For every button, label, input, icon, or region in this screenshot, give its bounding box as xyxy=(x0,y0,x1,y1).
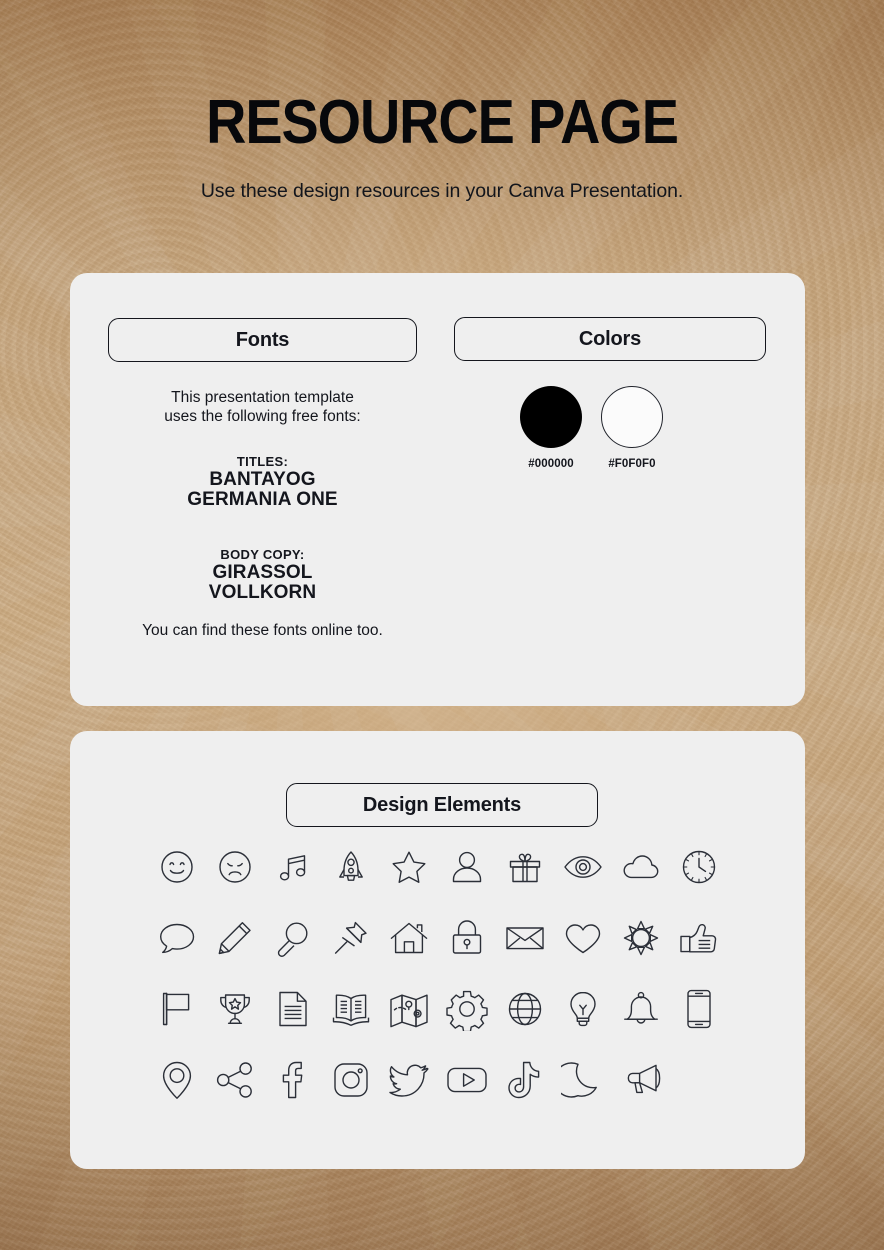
fonts-group-body-copy: BODY COPY: GIRASSOL VOLLKORN xyxy=(108,547,417,602)
speech-bubble-icon[interactable] xyxy=(154,915,200,961)
clock-icon[interactable] xyxy=(676,844,722,890)
fonts-footer-text: You can find these fonts online too. xyxy=(142,622,383,639)
sun-icon[interactable] xyxy=(618,915,664,961)
user-icon[interactable] xyxy=(444,844,490,890)
facebook-icon[interactable] xyxy=(270,1057,316,1103)
push-pin-icon[interactable] xyxy=(328,915,374,961)
open-book-icon[interactable] xyxy=(328,986,374,1032)
fonts-intro-line-2: uses the following free fonts: xyxy=(164,407,361,425)
share-icon[interactable] xyxy=(212,1057,258,1103)
smiley-face-icon[interactable] xyxy=(154,844,200,890)
padlock-icon[interactable] xyxy=(444,915,490,961)
page-header: RESOURCE PAGE Use these design resources… xyxy=(0,0,884,203)
rocket-icon[interactable] xyxy=(328,844,374,890)
location-pin-icon[interactable] xyxy=(154,1057,200,1103)
fonts-group-titles-name-2: GERMANIA ONE xyxy=(187,488,338,510)
twitter-icon[interactable] xyxy=(386,1057,432,1103)
colors-section-heading[interactable]: Colors xyxy=(454,317,766,361)
fonts-group-titles: TITLES: BANTAYOG GERMANIA ONE xyxy=(108,454,417,509)
page-subtitle: Use these design resources in your Canva… xyxy=(200,180,684,202)
moon-icon[interactable] xyxy=(560,1057,606,1103)
design-elements-icon-grid xyxy=(148,844,728,1103)
globe-icon[interactable] xyxy=(502,986,548,1032)
color-swatch-black-label: #000000 xyxy=(528,458,574,470)
envelope-icon[interactable] xyxy=(502,915,548,961)
design-elements-heading[interactable]: Design Elements xyxy=(286,783,598,827)
music-note-icon[interactable] xyxy=(270,844,316,890)
page-title: RESOURCE PAGE xyxy=(206,88,679,157)
fonts-intro-line-1: This presentation template xyxy=(171,389,354,406)
lightbulb-icon[interactable] xyxy=(560,986,606,1032)
sad-face-icon[interactable] xyxy=(212,844,258,890)
gear-icon[interactable] xyxy=(444,986,490,1032)
color-swatch-light-gray[interactable]: #F0F0F0 xyxy=(601,386,663,470)
colors-column: #000000 #F0F0F0 xyxy=(520,386,663,470)
fonts-group-body-name-1: GIRASSOL xyxy=(212,562,313,583)
thumbs-up-icon[interactable] xyxy=(676,915,722,961)
color-swatch-light-gray-label: #F0F0F0 xyxy=(608,458,656,470)
resources-card: Fonts Colors This presentation template … xyxy=(70,273,805,706)
youtube-icon[interactable] xyxy=(444,1057,490,1103)
cloud-icon[interactable] xyxy=(618,844,664,890)
house-icon[interactable] xyxy=(386,915,432,961)
fonts-group-titles-label: TITLES: xyxy=(236,454,289,469)
heart-icon[interactable] xyxy=(560,915,606,961)
color-swatch-black-dot xyxy=(520,386,582,448)
trophy-icon[interactable] xyxy=(212,986,258,1032)
color-swatch-light-gray-dot xyxy=(601,386,663,448)
pencil-icon[interactable] xyxy=(212,915,258,961)
eye-icon[interactable] xyxy=(560,844,606,890)
color-swatch-black[interactable]: #000000 xyxy=(520,386,582,470)
star-icon[interactable] xyxy=(386,844,432,890)
magnifying-glass-icon[interactable] xyxy=(270,915,316,961)
megaphone-icon[interactable] xyxy=(618,1057,664,1103)
fonts-section-heading[interactable]: Fonts xyxy=(108,318,417,362)
map-icon[interactable] xyxy=(386,986,432,1032)
flag-icon[interactable] xyxy=(154,986,200,1032)
tiktok-icon[interactable] xyxy=(502,1057,548,1103)
fonts-group-body-label: BODY COPY: xyxy=(220,547,305,562)
fonts-intro-text: This presentation template uses the foll… xyxy=(108,389,417,426)
smartphone-icon[interactable] xyxy=(676,986,722,1032)
gift-icon[interactable] xyxy=(502,844,548,890)
fonts-column: This presentation template uses the foll… xyxy=(108,389,417,602)
fonts-group-body-name-2: VOLLKORN xyxy=(208,581,317,603)
instagram-icon[interactable] xyxy=(328,1057,374,1103)
bell-icon[interactable] xyxy=(618,986,664,1032)
document-icon[interactable] xyxy=(270,986,316,1032)
fonts-group-titles-name-1: BANTAYOG xyxy=(209,469,316,490)
design-elements-card: Design Elements xyxy=(70,731,805,1169)
